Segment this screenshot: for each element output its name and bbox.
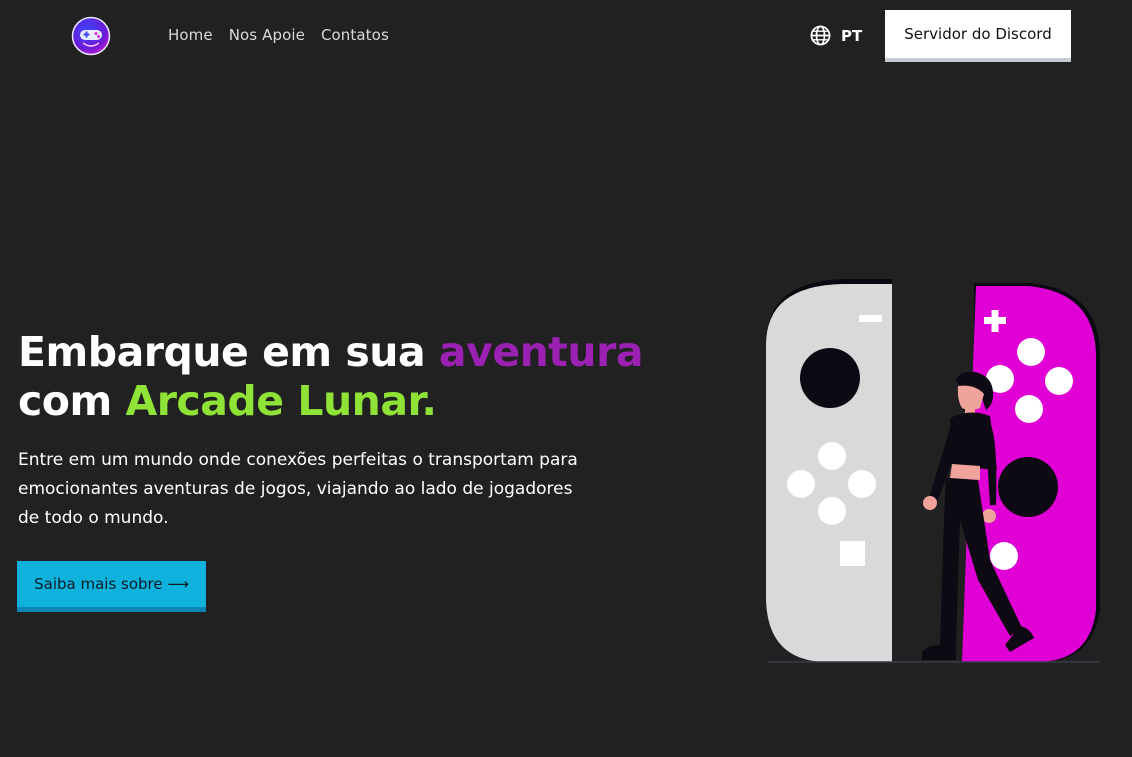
nav-home[interactable]: Home [168, 26, 213, 44]
hero-description: Entre em um mundo onde conexões perfeita… [18, 450, 578, 528]
hero-title-highlight-aventura: aventura [438, 328, 644, 376]
hero-title-part1: Embarque em sua [18, 328, 439, 376]
main-nav: Home Nos Apoie Contatos [168, 26, 389, 44]
hero-title-part2: com [18, 377, 126, 425]
hero-title: Embarque em sua aventura com Arcade Lunar… [18, 328, 644, 426]
landing-page: Home Nos Apoie Contatos PT Servidor do D… [0, 0, 1132, 757]
language-selector[interactable]: PT [810, 25, 862, 46]
language-code: PT [841, 26, 863, 45]
hero-title-highlight-arcade-lunar: Arcade Lunar. [125, 377, 437, 425]
discord-server-button[interactable]: Servidor do Discord [885, 10, 1071, 62]
joycon-woman-illustration [766, 279, 1100, 663]
left-joycon [766, 284, 892, 662]
arcade-lunar-logo[interactable] [71, 16, 111, 56]
globe-icon [810, 25, 831, 46]
nav-nos-apoie[interactable]: Nos Apoie [229, 26, 305, 44]
learn-more-button[interactable]: Saiba mais sobre ⟶ [17, 561, 206, 612]
nav-contatos[interactable]: Contatos [321, 26, 389, 44]
